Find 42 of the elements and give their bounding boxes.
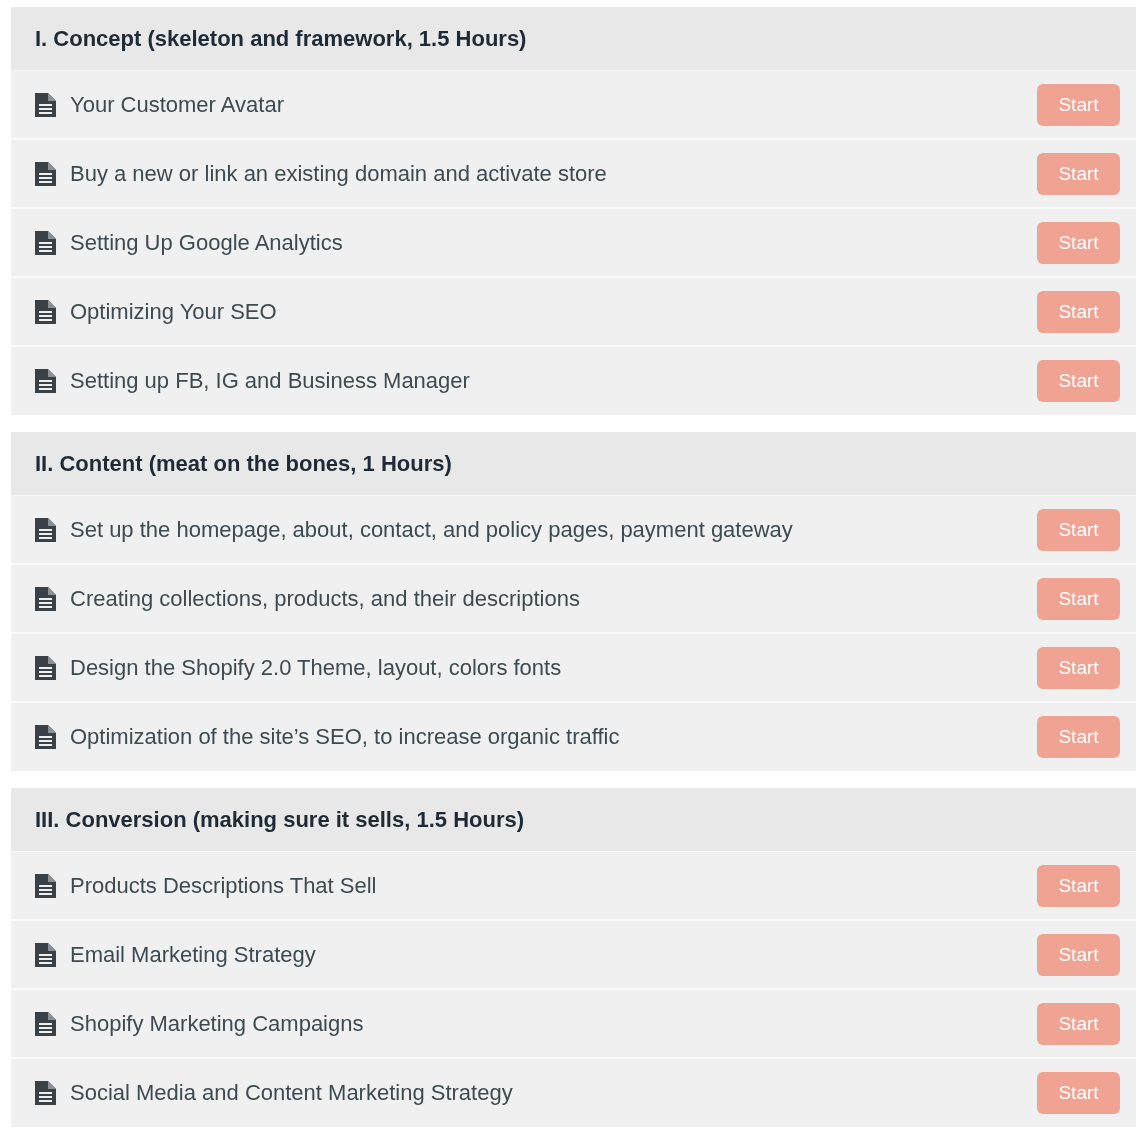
document-icon: [35, 873, 56, 898]
lesson-title: Setting Up Google Analytics: [70, 229, 344, 256]
document-icon: [35, 942, 56, 967]
lesson-title: Optimization of the site’s SEO, to increase organic traffic: [70, 724, 621, 750]
lesson-title: Set up the homepage, about, contact, and policy pages, payment gateway: [70, 516, 794, 543]
document-icon: [35, 655, 56, 680]
lesson-title: Shopify Marketing Campaigns: [70, 1010, 365, 1037]
lesson-title: Setting up FB, IG and Business Manager: [70, 368, 471, 394]
document-icon: [35, 369, 56, 393]
lesson-title: Creating collections, products, and their descriptions: [70, 585, 581, 612]
start-button[interactable]: Start: [1037, 360, 1120, 402]
lesson-title: Products Descriptions That Sell: [70, 872, 378, 899]
document-icon: [35, 161, 56, 186]
lesson-title: Your Customer Avatar: [70, 91, 285, 118]
start-button[interactable]: Start: [1037, 646, 1120, 689]
section-title: III. Conversion (making sure it sells, 1.5 Hours): [35, 806, 525, 833]
section-title: II. Content (meat on the bones, 1 Hours): [35, 450, 452, 477]
document-icon: [35, 517, 56, 542]
document-icon: [35, 230, 56, 255]
document-icon: [35, 299, 56, 324]
lesson-title: Email Marketing Strategy: [70, 941, 317, 968]
lesson-title: Social Media and Content Marketing Strategy: [70, 1080, 514, 1106]
section-title: I. Concept (skeleton and framework, 1.5 Hours): [35, 25, 527, 52]
start-button[interactable]: Start: [1037, 508, 1120, 551]
start-button[interactable]: Start: [1037, 577, 1120, 620]
start-button[interactable]: Start: [1037, 933, 1120, 976]
start-button[interactable]: Start: [1037, 716, 1120, 758]
lesson-title: Optimizing Your SEO: [70, 298, 278, 325]
start-button[interactable]: Start: [1037, 864, 1120, 907]
document-icon: [35, 1011, 56, 1036]
start-button[interactable]: Start: [1037, 290, 1120, 333]
start-button[interactable]: Start: [1037, 1072, 1120, 1114]
document-icon: [35, 1081, 56, 1105]
lesson-title: Buy a new or link an existing domain and activate store: [70, 160, 608, 187]
document-icon: [35, 92, 56, 117]
start-button[interactable]: Start: [1037, 221, 1120, 264]
lesson-title: Design the Shopify 2.0 Theme, layout, colors fonts: [70, 654, 563, 681]
document-icon: [35, 725, 56, 749]
start-button[interactable]: Start: [1037, 152, 1120, 195]
start-button[interactable]: Start: [1037, 83, 1120, 126]
document-icon: [35, 586, 56, 611]
start-button[interactable]: Start: [1037, 1002, 1120, 1045]
